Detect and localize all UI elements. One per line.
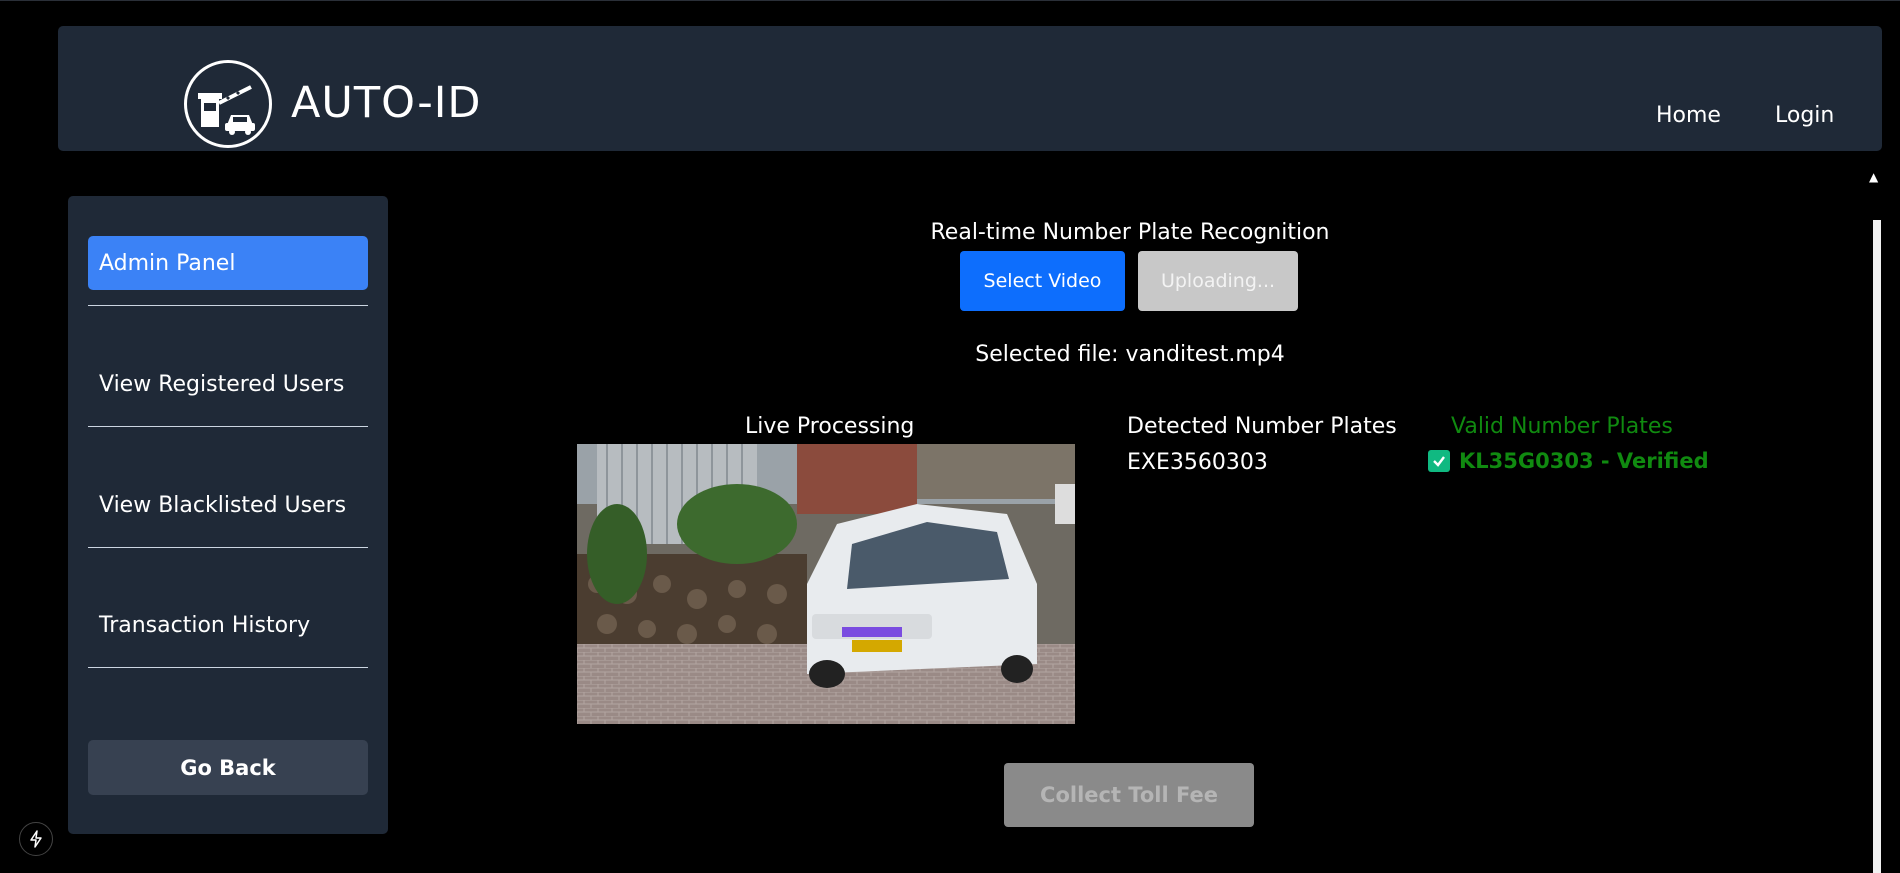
uploading-button[interactable]: Uploading...: [1138, 251, 1298, 311]
top-border: [0, 0, 1900, 1]
sidebar: Admin Panel View Registered Users View B…: [68, 196, 388, 834]
collect-toll-fee-button[interactable]: Collect Toll Fee: [1004, 763, 1254, 827]
nav-login[interactable]: Login: [1775, 103, 1834, 128]
lightning-bolt-icon[interactable]: [19, 822, 53, 856]
sidebar-divider: [88, 547, 368, 548]
valid-plates-title: Valid Number Plates: [1451, 414, 1673, 439]
brand-name: AUTO-ID: [291, 78, 482, 128]
sidebar-item-registered-users[interactable]: View Registered Users: [88, 357, 368, 411]
valid-plate-text: KL35G0303 - Verified: [1459, 449, 1709, 473]
nav-home[interactable]: Home: [1656, 103, 1721, 128]
detected-plates-title: Detected Number Plates: [1127, 414, 1397, 439]
live-processing-title: Live Processing: [745, 414, 915, 439]
valid-plate-item: KL35G0303 - Verified: [1428, 449, 1709, 473]
sidebar-divider: [88, 426, 368, 427]
checkbox-checked-icon: [1428, 450, 1450, 472]
live-video-frame: [577, 444, 1075, 724]
sidebar-divider: [88, 667, 368, 668]
select-video-button[interactable]: Select Video: [960, 251, 1125, 311]
toll-booth-icon: [184, 60, 272, 148]
go-back-button[interactable]: Go Back: [88, 740, 368, 795]
sidebar-item-blacklisted-users[interactable]: View Blacklisted Users: [88, 478, 368, 532]
detected-plate-item: EXE3560303: [1127, 450, 1268, 475]
top-navbar: AUTO-ID Home Login: [58, 26, 1882, 151]
sidebar-item-admin-panel[interactable]: Admin Panel: [88, 236, 368, 290]
selected-file-label: Selected file: vanditest.mp4: [975, 342, 1285, 367]
sidebar-item-transaction-history[interactable]: Transaction History: [88, 598, 368, 652]
scroll-up-arrow-icon[interactable]: ▲: [1869, 170, 1878, 184]
page-title: Real-time Number Plate Recognition: [930, 220, 1330, 245]
sidebar-divider: [88, 305, 368, 306]
scrollbar-track[interactable]: [1873, 220, 1881, 873]
video-scene: [577, 444, 1075, 724]
